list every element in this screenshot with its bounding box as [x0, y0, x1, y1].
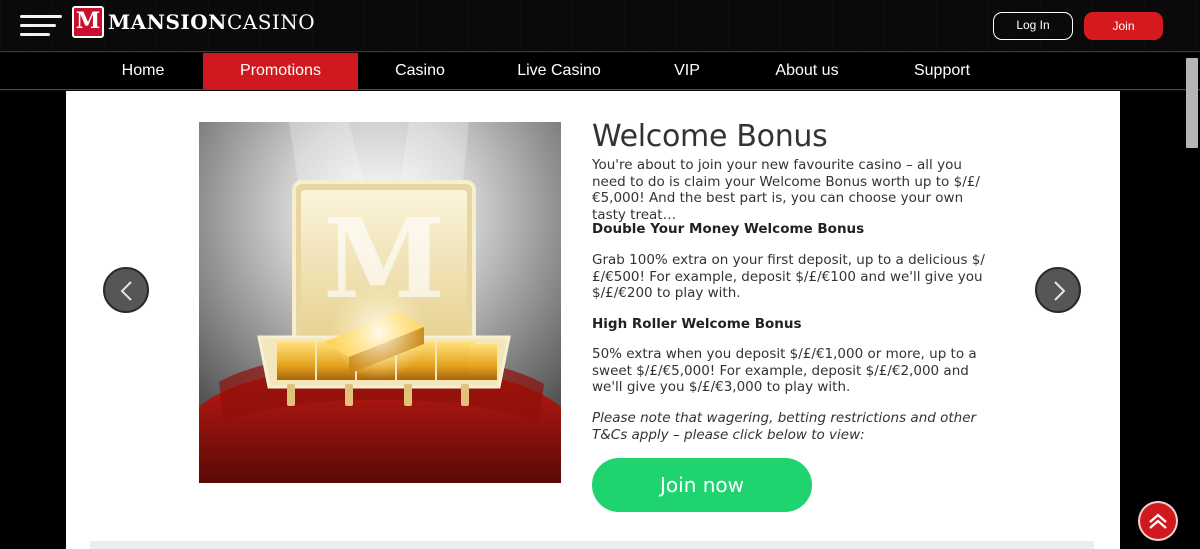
- login-button[interactable]: Log In: [993, 12, 1073, 40]
- bonus1-heading: Double Your Money Welcome Bonus: [592, 221, 865, 237]
- nav-item-about-us[interactable]: About us: [756, 53, 858, 90]
- main-nav: Home Promotions Casino Live Casino VIP A…: [0, 53, 1200, 90]
- nav-item-promotions[interactable]: Promotions: [203, 53, 358, 90]
- top-header: M MANSIONCASINO Log In Join: [0, 0, 1200, 52]
- side-margin-right: [1120, 91, 1200, 549]
- nav-item-casino[interactable]: Casino: [370, 53, 470, 90]
- logo-text: MANSIONCASINO: [108, 10, 315, 34]
- join-button[interactable]: Join: [1084, 12, 1163, 40]
- join-now-button[interactable]: Join now: [592, 458, 812, 512]
- intro-text: You're about to join your new favourite …: [592, 157, 980, 223]
- nav-item-vip[interactable]: VIP: [655, 53, 719, 90]
- nav-item-live-casino[interactable]: Live Casino: [500, 53, 618, 90]
- briefcase-gold-bars-image: M: [199, 122, 561, 483]
- back-to-top-button[interactable]: [1140, 503, 1176, 539]
- panel-bottom-strip: [90, 541, 1094, 549]
- side-margin-left: [0, 91, 66, 549]
- nav-item-home[interactable]: Home: [90, 53, 196, 90]
- hamburger-icon[interactable]: [20, 13, 62, 39]
- terms-note: Please note that wagering, betting restr…: [592, 410, 977, 443]
- chevron-left-icon: [120, 281, 132, 301]
- logo-text-light: CASINO: [226, 10, 316, 34]
- carousel-prev-button[interactable]: [103, 267, 149, 313]
- scrollbar-thumb[interactable]: [1186, 58, 1198, 148]
- page-title: Welcome Bonus: [592, 119, 828, 154]
- carousel-next-button[interactable]: [1035, 267, 1081, 313]
- bonus2-heading: High Roller Welcome Bonus: [592, 316, 802, 332]
- logo[interactable]: M MANSIONCASINO: [72, 6, 315, 38]
- bonus1-text: Grab 100% extra on your first deposit, u…: [592, 252, 985, 302]
- logo-mark: M: [72, 6, 104, 38]
- chevron-up-icon: [1149, 513, 1167, 529]
- bonus2-text: 50% extra when you deposit $/£/€1,000 or…: [592, 346, 977, 396]
- logo-text-bold: MANSION: [108, 10, 227, 34]
- chevron-right-icon: [1054, 281, 1066, 301]
- nav-item-support[interactable]: Support: [895, 53, 989, 90]
